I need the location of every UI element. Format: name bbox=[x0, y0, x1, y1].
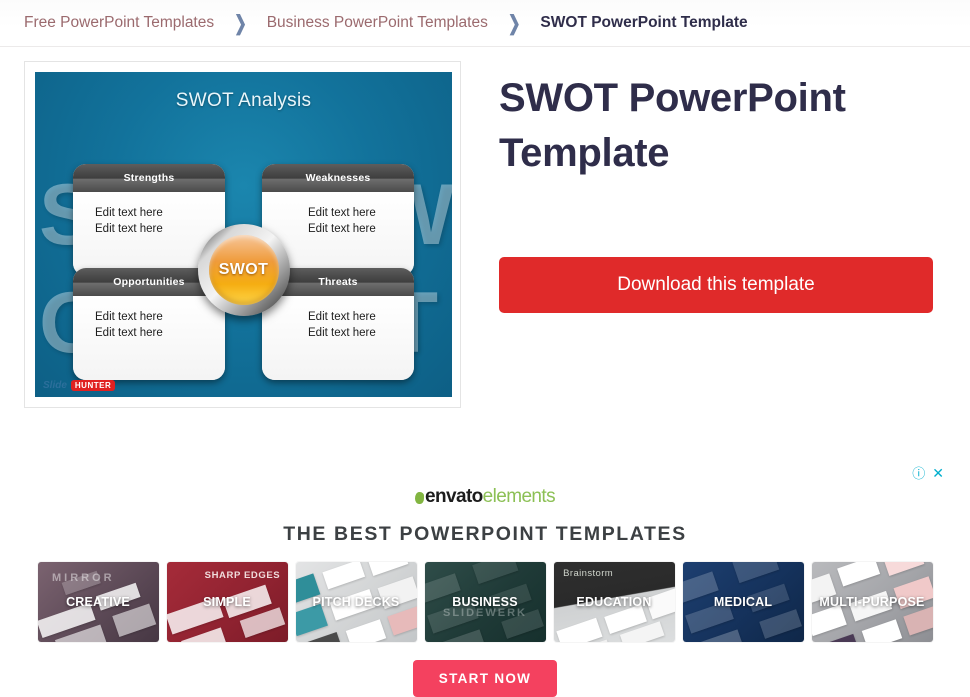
quadrant-heading: Weaknesses bbox=[262, 164, 414, 192]
card-label: MULTI-PURPOSE bbox=[819, 594, 925, 609]
card-label: SIMPLE bbox=[203, 594, 251, 609]
ad-card-pitch-decks[interactable]: PITCH DECKS bbox=[295, 562, 417, 642]
swot-slide-preview: SWOT Analysis S W O T Strengths Edit tex… bbox=[35, 72, 452, 397]
quadrant-heading: Strengths bbox=[73, 164, 225, 192]
breadcrumb-item-current: SWOT PowerPoint Template bbox=[540, 14, 748, 31]
ad-close-icon[interactable]: ✕ bbox=[932, 466, 944, 480]
leaf-icon bbox=[415, 492, 425, 504]
chevron-right-icon-2: ❯ bbox=[507, 12, 521, 36]
template-preview-card[interactable]: SWOT Analysis S W O T Strengths Edit tex… bbox=[24, 61, 461, 408]
quadrant-body: Edit text here Edit text here bbox=[73, 296, 225, 380]
slidehunter-word-hunter: HUNTER bbox=[70, 380, 116, 391]
envato-logo-part1: envato bbox=[425, 486, 483, 507]
envato-logo-part2: elements bbox=[482, 486, 556, 507]
card-label: CREATIVE bbox=[66, 594, 130, 609]
card-banner: MIRROR bbox=[52, 572, 115, 585]
ad-card-education[interactable]: Brainstorm EDUCATION bbox=[553, 562, 675, 642]
quadrant-line: Edit text here bbox=[308, 326, 376, 339]
ad-headline: THE BEST POWERPOINT TEMPLATES bbox=[283, 523, 687, 545]
quadrant-line: Edit text here bbox=[308, 311, 376, 323]
card-banner: SHARP EDGES bbox=[204, 570, 281, 581]
ad-category-cards: MIRROR CREATIVE SHARP EDGES SIMPLE PITCH… bbox=[0, 562, 970, 642]
quadrant-line: Edit text here bbox=[95, 207, 163, 219]
ad-card-simple[interactable]: SHARP EDGES SIMPLE bbox=[166, 562, 288, 642]
swot-hub-label: SWOT bbox=[218, 261, 269, 278]
main-content: SWOT Analysis S W O T Strengths Edit tex… bbox=[0, 47, 970, 408]
chevron-right-icon-1: ❯ bbox=[234, 12, 247, 36]
slidehunter-word-slide: Slide bbox=[43, 380, 67, 391]
adchoices-info-icon[interactable]: ⓘ bbox=[912, 467, 925, 480]
card-label: BUSINESS bbox=[452, 594, 518, 609]
breadcrumb: Free PowerPoint Templates ❯ Business Pow… bbox=[0, 0, 970, 47]
card-label: PITCH DECKS bbox=[312, 594, 400, 609]
quadrant-line: Edit text here bbox=[308, 222, 376, 235]
template-detail: SWOT PowerPoint Template Download this t… bbox=[461, 61, 946, 314]
card-label: EDUCATION bbox=[576, 594, 652, 609]
quadrant-line: Edit text here bbox=[308, 207, 376, 219]
quadrant-body: Edit text here Edit text here bbox=[262, 296, 414, 380]
breadcrumb-item-1[interactable]: Free PowerPoint Templates bbox=[24, 14, 214, 32]
advertisement-banner[interactable]: ⓘ ✕ envatoelements THE BEST POWERPOINT T… bbox=[0, 462, 970, 697]
card-banner: Brainstorm bbox=[563, 568, 614, 580]
card-label: MEDICAL bbox=[713, 594, 773, 609]
ad-card-creative[interactable]: MIRROR CREATIVE bbox=[37, 562, 159, 642]
quadrant-line: Edit text here bbox=[95, 311, 163, 323]
ad-body: envatoelements THE BEST POWERPOINT TEMPL… bbox=[0, 462, 970, 697]
ad-card-multi-purpose[interactable]: MULTI-PURPOSE bbox=[811, 562, 933, 642]
slidehunter-watermark: Slide HUNTER bbox=[43, 380, 116, 391]
ad-card-medical[interactable]: MEDICAL bbox=[682, 562, 804, 642]
quadrant-line: Edit text here bbox=[95, 326, 163, 339]
breadcrumb-item-2[interactable]: Business PowerPoint Templates bbox=[267, 14, 488, 32]
swot-center-hub: SWOT bbox=[197, 224, 290, 316]
swot-center-hub-inner: SWOT bbox=[208, 235, 279, 305]
download-template-button[interactable]: Download this template bbox=[499, 257, 933, 314]
ad-card-business[interactable]: SLIDEWERK BUSINESS bbox=[424, 562, 546, 642]
quadrant-line: Edit text here bbox=[95, 222, 163, 235]
page-title: SWOT PowerPoint Template bbox=[499, 76, 846, 176]
ad-controls: ⓘ ✕ bbox=[912, 466, 944, 480]
slide-title: SWOT Analysis bbox=[175, 90, 312, 111]
envato-elements-logo: envatoelements bbox=[0, 486, 970, 508]
start-now-button[interactable]: START NOW bbox=[412, 660, 558, 697]
